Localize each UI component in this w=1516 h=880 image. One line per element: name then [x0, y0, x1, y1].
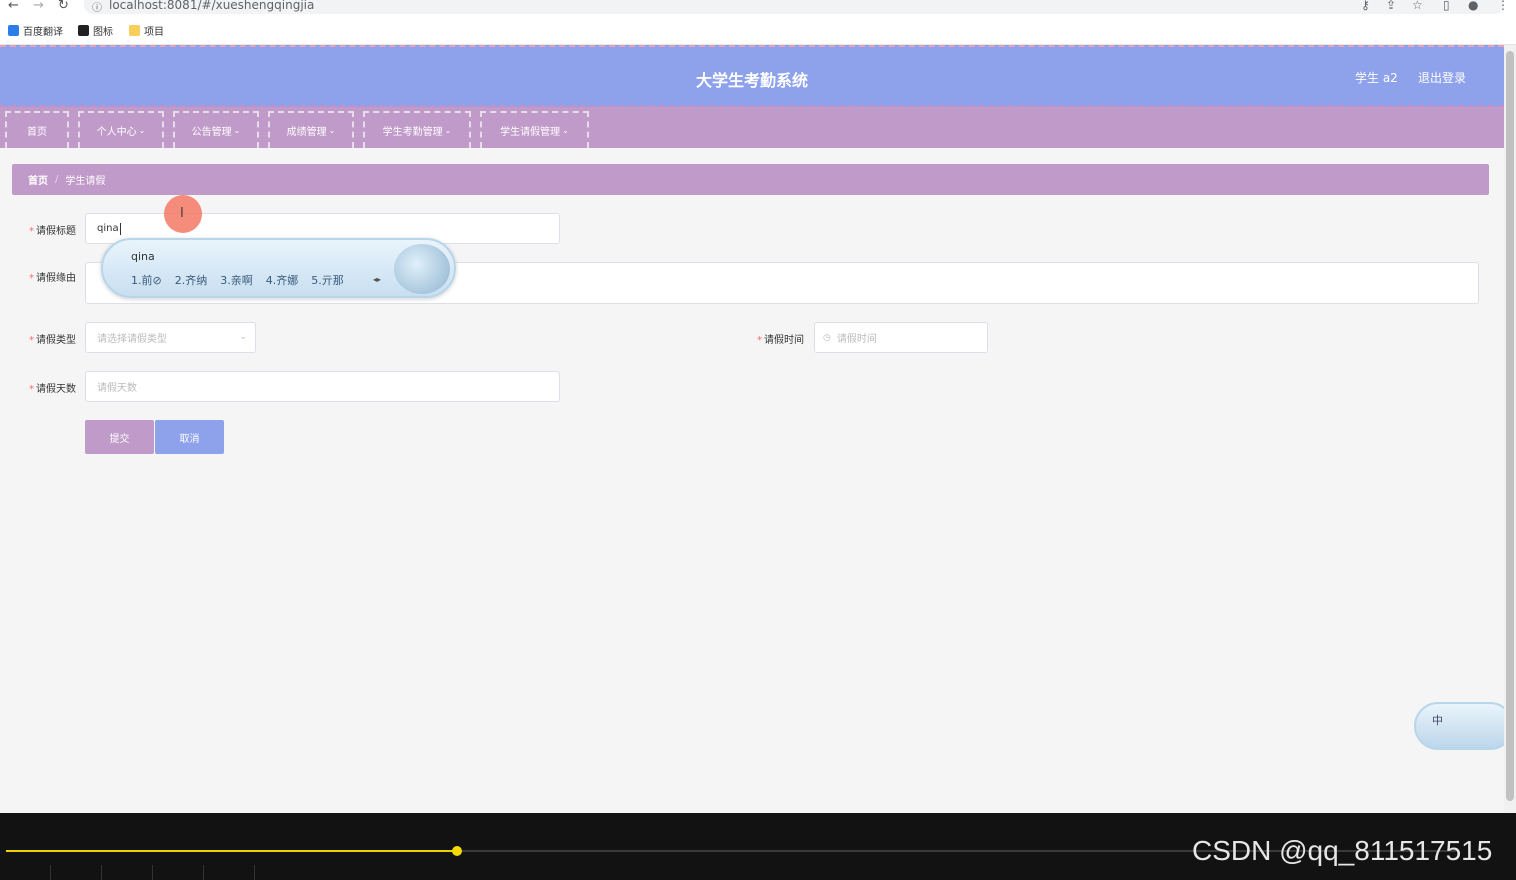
bookmark-item[interactable]: 图标: [78, 23, 113, 38]
back-icon[interactable]: ←: [8, 0, 19, 13]
text-caret: [119, 222, 121, 235]
player-control[interactable]: [153, 865, 204, 880]
chevron-down-icon: ⌄: [562, 126, 569, 135]
breadcrumb-home[interactable]: 首页: [28, 172, 48, 187]
breadcrumb-separator: /: [55, 174, 59, 185]
bookmarks-bar: 百度翻译 图标 项目: [0, 14, 1516, 45]
chevron-down-icon: ⌄: [239, 332, 247, 342]
player-control[interactable]: [102, 865, 153, 880]
nav-menu: 首页 个人中心 ⌄ 公告管理 ⌄ 成绩管理 ⌄ 学生考勤管理 ⌄ 学生请假管理 ⌄: [0, 107, 1504, 148]
breadcrumb: 首页 / 学生请假: [12, 164, 1489, 195]
bookmark-item[interactable]: 百度翻译: [8, 23, 63, 38]
ime-candidate[interactable]: 1.前⊘: [131, 272, 162, 288]
text-cursor-icon: I: [180, 206, 184, 221]
player-control[interactable]: [204, 865, 255, 880]
chevron-down-icon: ⌄: [328, 126, 336, 135]
user-name: 学生 a2: [1355, 71, 1398, 85]
translate-icon: [8, 25, 19, 36]
seek-knob[interactable]: [451, 846, 462, 856]
ime-status-bar[interactable]: 中: [1414, 702, 1514, 750]
time-picker[interactable]: ◷ 请假时间: [814, 322, 988, 353]
chevron-down-icon: ⌄: [233, 126, 241, 135]
ime-skin-decoration: [394, 244, 450, 294]
reload-icon[interactable]: ↻: [58, 0, 69, 13]
bookmark-item[interactable]: 项目: [129, 23, 164, 38]
page-scrollbar[interactable]: [1504, 45, 1516, 813]
browser-toolbar: ← → ↻ ⓘ localhost:8081/#/xueshengqingjia…: [0, 0, 1516, 14]
url-text[interactable]: localhost:8081/#/xueshengqingjia: [109, 0, 314, 12]
seek-progress: [6, 850, 457, 852]
menu-item-home[interactable]: 首页: [5, 111, 69, 148]
breadcrumb-current: 学生请假: [65, 176, 106, 187]
player-controls: [0, 865, 260, 880]
more-icon[interactable]: ⋮: [1497, 0, 1509, 12]
page-title: 大学生考勤系统: [695, 71, 808, 90]
ime-composition: qina: [131, 250, 155, 263]
cancel-button[interactable]: 取消: [155, 420, 224, 454]
type-select[interactable]: 请选择请假类型 ⌄: [85, 322, 256, 353]
days-input[interactable]: 请假天数: [85, 371, 560, 402]
folder-icon: [129, 25, 140, 36]
menu-item-attendance[interactable]: 学生考勤管理 ⌄: [363, 111, 471, 148]
menu-item-leave[interactable]: 学生请假管理 ⌄: [480, 111, 589, 148]
ime-candidate-list: 1.前⊘ 2.齐纳 3.亲啊 4.齐娜 5.亓那: [131, 272, 344, 288]
forward-icon[interactable]: →: [33, 0, 44, 13]
ime-candidate[interactable]: 3.亲啊: [220, 272, 253, 288]
ime-candidate[interactable]: 5.亓那: [311, 272, 344, 288]
menu-item-grades[interactable]: 成绩管理 ⌄: [268, 111, 354, 148]
video-player-bar: CSDN @qq_811517515: [0, 813, 1516, 880]
chevron-down-icon: ⌄: [138, 126, 146, 135]
ime-candidate-window: qina 1.前⊘ 2.齐纳 3.亲啊 4.齐娜 5.亓那 ◂▸: [101, 238, 456, 298]
ime-mode-indicator[interactable]: 中: [1432, 712, 1443, 728]
ime-candidate[interactable]: 4.齐娜: [266, 272, 299, 288]
ime-candidate[interactable]: 2.齐纳: [175, 272, 208, 288]
app-header: 大学生考勤系统 学生 a2 退出登录: [0, 45, 1504, 107]
sidepanel-icon[interactable]: ▯: [1443, 0, 1450, 12]
chevron-down-icon: ⌄: [444, 126, 452, 135]
menu-item-personal[interactable]: 个人中心 ⌄: [78, 111, 164, 148]
title-label: * 请假标题: [29, 226, 76, 237]
profile-icon[interactable]: ●: [1468, 0, 1478, 12]
watermark: CSDN @qq_811517515: [1192, 835, 1493, 866]
type-label: * 请假类型: [29, 335, 76, 346]
submit-button[interactable]: 提交: [85, 420, 154, 454]
site-info-icon[interactable]: ⓘ: [92, 0, 102, 14]
star-icon[interactable]: ☆: [1412, 0, 1423, 12]
player-control[interactable]: [51, 865, 102, 880]
player-control[interactable]: [0, 865, 51, 880]
reason-label: * 请假缘由: [29, 273, 76, 284]
ime-page-arrows-icon[interactable]: ◂▸: [373, 275, 381, 284]
menu-item-notice[interactable]: 公告管理 ⌄: [173, 111, 259, 148]
scrollbar-thumb[interactable]: [1506, 51, 1514, 801]
key-icon[interactable]: ⚷: [1361, 0, 1370, 12]
image-icon: [78, 25, 89, 36]
logout-link[interactable]: 退出登录: [1418, 69, 1466, 86]
clock-icon: ◷: [823, 332, 831, 343]
days-label: * 请假天数: [29, 384, 76, 395]
time-label: * 请假时间: [757, 335, 804, 346]
share-icon[interactable]: ⇪: [1386, 0, 1396, 12]
